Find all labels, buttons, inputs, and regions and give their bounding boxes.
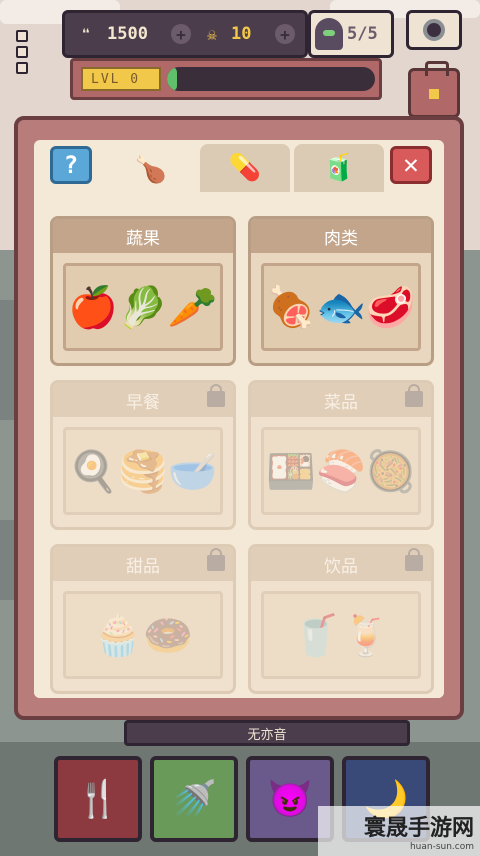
menu-icon bbox=[16, 62, 28, 74]
chat-bubble-icon: ❝ bbox=[81, 24, 91, 44]
tab-food[interactable]: 🍗 bbox=[106, 144, 196, 196]
category-title: 菜品 bbox=[251, 383, 431, 417]
category-breakfast: 早餐 🍳🥞🥣 bbox=[50, 380, 236, 530]
meat-image: 🍖🐟🥩 bbox=[261, 263, 421, 351]
category-title: 肉类 bbox=[251, 219, 431, 253]
currency-hud: ❝ 1500 + ☠ 10 + bbox=[62, 10, 308, 58]
skull-icon: ☠ bbox=[207, 24, 217, 44]
category-title: 甜品 bbox=[53, 547, 233, 581]
ghost-counter[interactable]: 5/5 bbox=[308, 10, 394, 58]
eat-button[interactable]: 🍴 bbox=[54, 756, 142, 842]
category-grid: 蔬果 🍎🥬🥕 肉类 🍖🐟🥩 早餐 🍳🥞🥣 菜品 🍱🍣🥘 甜品 🧁🍩 饮品 🥤🍹 bbox=[34, 196, 444, 698]
dessert-image: 🧁🍩 bbox=[63, 591, 223, 679]
food-menu-panel: ? 🍗 💊 🧃 ✕ 蔬果 🍎🥬🥕 肉类 🍖🐟🥩 早餐 🍳🥞🥣 菜品 🍱🍣🥘 甜品… bbox=[14, 116, 464, 720]
category-dessert: 甜品 🧁🍩 bbox=[50, 544, 236, 694]
level-bar: LVL 0 bbox=[70, 58, 382, 100]
tab-bar: ? 🍗 💊 🧃 ✕ bbox=[34, 140, 444, 196]
category-drinks: 饮品 🥤🍹 bbox=[248, 544, 434, 694]
tab-medicine[interactable]: 💊 bbox=[200, 144, 290, 192]
category-title: 蔬果 bbox=[53, 219, 233, 253]
lock-icon bbox=[405, 384, 423, 407]
category-fruit-veg[interactable]: 蔬果 🍎🥬🥕 bbox=[50, 216, 236, 366]
add-coins-button[interactable]: + bbox=[171, 24, 191, 44]
wash-button[interactable]: 🚿 bbox=[150, 756, 238, 842]
breakfast-image: 🍳🥞🥣 bbox=[63, 427, 223, 515]
lock-icon bbox=[207, 548, 225, 571]
menu-button[interactable] bbox=[16, 30, 32, 82]
category-meat[interactable]: 肉类 🍖🐟🥩 bbox=[248, 216, 434, 366]
site-watermark: 寰晟手游网 huan-sun.com bbox=[318, 806, 480, 856]
category-title: 饮品 bbox=[251, 547, 431, 581]
help-button[interactable]: ? bbox=[50, 146, 92, 184]
pet-nameplate: 无亦音 bbox=[124, 720, 410, 746]
level-label: LVL 0 bbox=[81, 67, 161, 91]
ghost-icon bbox=[315, 18, 343, 50]
level-progress-fill bbox=[167, 67, 178, 91]
watermark-title: 寰晟手游网 bbox=[363, 816, 474, 841]
ghost-count: 5/5 bbox=[347, 24, 378, 44]
level-progress-track bbox=[167, 67, 375, 91]
camera-icon bbox=[423, 19, 445, 41]
menu-icon bbox=[16, 30, 28, 42]
lock-icon bbox=[405, 548, 423, 571]
add-skulls-button[interactable]: + bbox=[275, 24, 295, 44]
drinks-image: 🥤🍹 bbox=[261, 591, 421, 679]
ground-tile bbox=[0, 300, 14, 420]
tab-drink[interactable]: 🧃 bbox=[294, 144, 384, 192]
coin-count: 1500 bbox=[107, 24, 148, 44]
dishes-image: 🍱🍣🥘 bbox=[261, 427, 421, 515]
food-menu-inner: ? 🍗 💊 🧃 ✕ 蔬果 🍎🥬🥕 肉类 🍖🐟🥩 早餐 🍳🥞🥣 菜品 🍱🍣🥘 甜品… bbox=[34, 140, 444, 698]
menu-icon bbox=[16, 46, 28, 58]
category-title: 早餐 bbox=[53, 383, 233, 417]
briefcase-button[interactable] bbox=[408, 61, 460, 118]
watermark-url: huan-sun.com bbox=[409, 842, 474, 852]
fruit-veg-image: 🍎🥬🥕 bbox=[63, 263, 223, 351]
camera-button[interactable] bbox=[406, 10, 462, 50]
skull-count: 10 bbox=[231, 24, 252, 44]
close-button[interactable]: ✕ bbox=[390, 146, 432, 184]
category-dishes: 菜品 🍱🍣🥘 bbox=[248, 380, 434, 530]
lock-icon bbox=[207, 384, 225, 407]
